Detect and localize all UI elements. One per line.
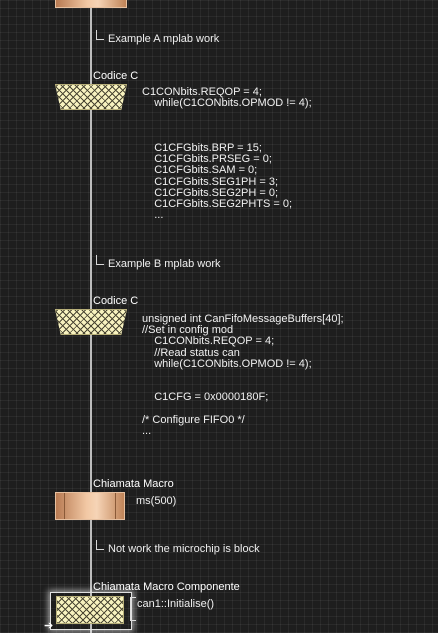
code-block-icon[interactable] xyxy=(55,84,127,110)
comment-bracket-icon xyxy=(96,255,104,265)
comment-example-b[interactable]: Example B mplab work xyxy=(108,258,221,270)
code-block-title: Codice C xyxy=(93,295,139,307)
comment-example-a[interactable]: Example A mplab work xyxy=(108,33,219,45)
code-block-icon[interactable] xyxy=(55,309,127,335)
comment-bracket-icon xyxy=(96,30,104,40)
macro-call-text: ms(500) xyxy=(136,495,177,507)
macro-block-icon[interactable] xyxy=(55,492,125,520)
call-bracket-icon xyxy=(130,597,136,621)
code-block-text: unsigned int CanFifoMessageBuffers[40]; … xyxy=(142,313,344,438)
comment-bracket-icon xyxy=(96,540,104,550)
code-block-text: C1CONbits.REQOP = 4; while(C1CONbits.OPM… xyxy=(142,86,312,222)
component-call-text: can1::Initialise() xyxy=(137,598,215,610)
component-macro-block-icon[interactable] xyxy=(56,596,124,624)
macro-block-top-partial[interactable] xyxy=(55,0,127,8)
arrow-cursor-icon: ➔ xyxy=(44,620,54,632)
macro-block-title: Chiamata Macro xyxy=(93,478,174,490)
code-block-title: Codice C xyxy=(93,70,139,82)
comment-not-work[interactable]: Not work the microchip is block xyxy=(108,543,260,555)
